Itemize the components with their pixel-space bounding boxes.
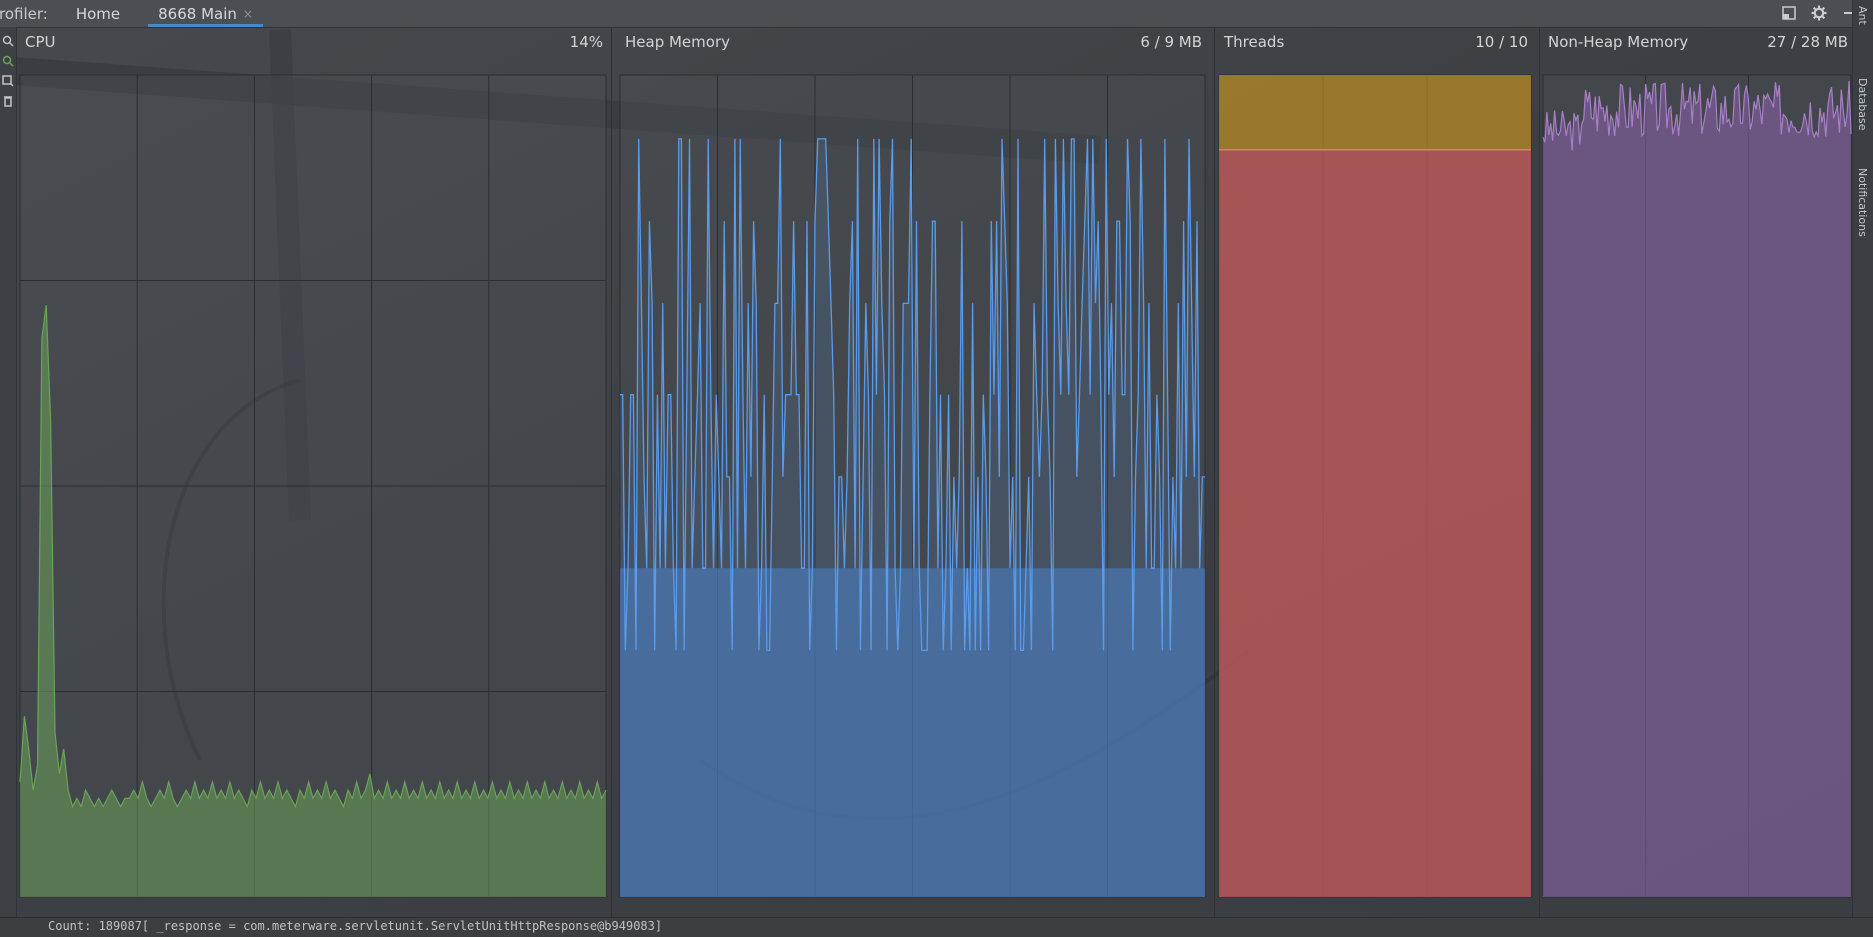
threads-area xyxy=(1219,149,1531,897)
search-icon[interactable] xyxy=(2,35,14,47)
rail-item-ant[interactable]: Ant xyxy=(1856,6,1869,25)
left-toolbar xyxy=(0,27,17,917)
threads-panel: Threads 10 / 10 xyxy=(1216,27,1534,917)
tab-8668-main[interactable]: 8668 Main × xyxy=(148,0,263,27)
gear-icon[interactable] xyxy=(1809,3,1829,23)
run-icon[interactable] xyxy=(2,55,14,67)
heap-chart xyxy=(619,74,1206,898)
non-heap-chart xyxy=(1542,74,1852,898)
heap-title: Heap Memory xyxy=(625,33,730,51)
non-heap-memory-panel: Non-Heap Memory 27 / 28 MB xyxy=(1540,27,1854,917)
trash-icon[interactable] xyxy=(2,95,14,107)
heap-area xyxy=(620,568,1205,897)
threads-area-top xyxy=(1219,75,1531,150)
close-icon[interactable]: × xyxy=(243,7,253,21)
heap-value: 6 / 9 MB xyxy=(1140,33,1202,51)
threads-value: 10 / 10 xyxy=(1475,33,1528,51)
tab-home-label: Home xyxy=(75,4,121,23)
cpu-panel: CPU 14% xyxy=(17,27,609,917)
status-bar: Count: 189087[ _response = com.meterware… xyxy=(0,917,1873,937)
rail-item-database[interactable]: Database xyxy=(1856,78,1869,131)
threads-chart xyxy=(1218,74,1532,898)
profiler-label: rofiler: xyxy=(0,4,48,23)
nonheap-area xyxy=(1543,80,1851,897)
tab-home[interactable]: Home xyxy=(66,0,130,27)
tab-main-label: 8668 Main xyxy=(158,4,237,23)
rail-item-notifications[interactable]: Notifications xyxy=(1856,168,1869,237)
threads-title: Threads xyxy=(1224,33,1285,51)
heap-memory-panel: Heap Memory 6 / 9 MB xyxy=(617,27,1208,917)
cpu-chart xyxy=(19,74,607,898)
layout-icon[interactable] xyxy=(1779,3,1799,23)
right-tool-rail: Ant Database Notifications xyxy=(1852,0,1873,917)
cpu-value: 14% xyxy=(569,33,603,51)
zoom-icon[interactable] xyxy=(2,75,14,87)
cpu-title: CPU xyxy=(25,33,56,51)
nonheap-value: 27 / 28 MB xyxy=(1767,33,1848,51)
status-message: Count: 189087[ _response = com.meterware… xyxy=(48,919,663,933)
profiler-tabbar: rofiler: Home 8668 Main × xyxy=(0,0,1873,28)
nonheap-title: Non-Heap Memory xyxy=(1548,33,1689,51)
